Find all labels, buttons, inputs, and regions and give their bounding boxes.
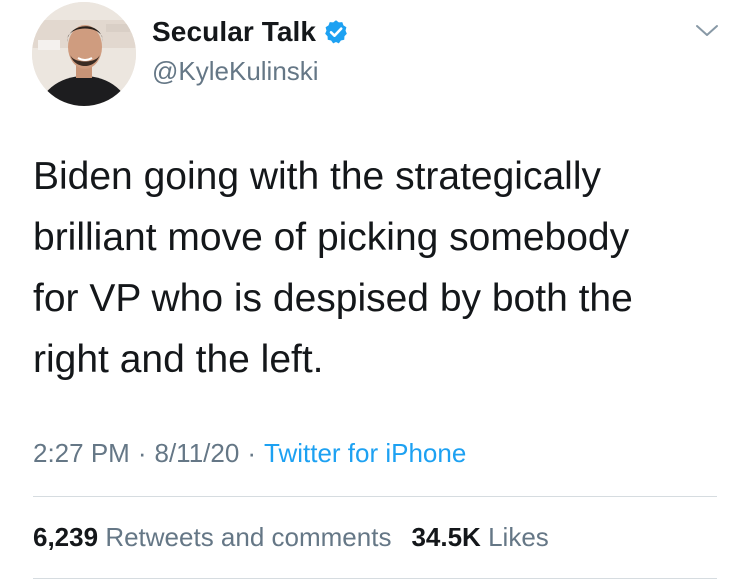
retweets-count: 6,239: [33, 522, 99, 552]
engagement-stats: 6,239 Retweets and comments 34.5K Likes: [33, 522, 549, 553]
divider: [33, 496, 717, 497]
tweet-date[interactable]: 8/11/20: [155, 438, 240, 468]
retweets-stat[interactable]: 6,239 Retweets and comments: [33, 522, 391, 552]
avatar-photo: [32, 2, 136, 106]
author-row: Secular Talk: [152, 14, 349, 50]
divider: [33, 578, 717, 579]
meta-separator: ·: [137, 438, 147, 468]
retweets-label: Retweets and comments: [105, 522, 392, 552]
verified-badge-icon: [323, 19, 349, 45]
meta-separator: ·: [247, 438, 256, 468]
tweet-meta: 2:27 PM · 8/11/20 · Twitter for iPhone: [33, 438, 466, 469]
user-handle[interactable]: @KyleKulinski: [152, 56, 319, 87]
likes-label: Likes: [488, 522, 549, 552]
tweet-card: Secular Talk @KyleKulinski Biden going w…: [0, 0, 750, 588]
display-name[interactable]: Secular Talk: [152, 16, 316, 48]
chevron-down-icon[interactable]: [694, 22, 720, 40]
avatar[interactable]: [32, 2, 136, 106]
tweet-source-link[interactable]: Twitter for iPhone: [264, 438, 466, 468]
likes-stat[interactable]: 34.5K Likes: [411, 522, 548, 552]
tweet-time[interactable]: 2:27 PM: [33, 438, 130, 468]
likes-count: 34.5K: [411, 522, 481, 552]
tweet-text: Biden going with the strategically brill…: [33, 155, 633, 381]
